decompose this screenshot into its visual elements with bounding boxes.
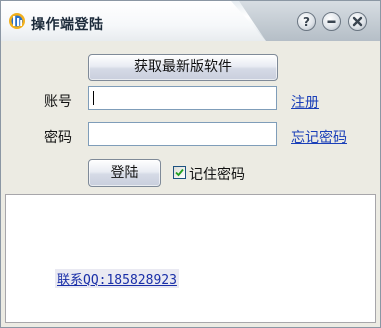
info-panel: 联系QQ:185828923 [5, 194, 376, 323]
help-button[interactable]: ? [297, 12, 316, 31]
window-title: 操作端登陆 [31, 17, 104, 33]
login-window: 操作端登陆 ? 获取最新版软件 账号 注册 密码 忘记密码 登陆 记住密码 联系… [0, 0, 381, 328]
app-logo-icon [9, 13, 25, 29]
minimize-button[interactable] [322, 12, 341, 31]
forgot-password-link[interactable]: 忘记密码 [291, 127, 347, 147]
title-bar[interactable]: 操作端登陆 ? [1, 1, 380, 41]
checkmark-icon [175, 168, 184, 177]
account-label: 账号 [44, 94, 72, 110]
password-input[interactable] [88, 122, 277, 146]
get-latest-version-button[interactable]: 获取最新版软件 [88, 54, 278, 81]
login-form: 获取最新版软件 账号 注册 密码 忘记密码 登陆 记住密码 联系QQ:18582… [1, 41, 380, 327]
account-input[interactable] [88, 86, 277, 110]
help-icon: ? [303, 15, 310, 29]
remember-password-checkbox[interactable] [173, 166, 186, 179]
contact-qq-link[interactable]: 联系QQ:185828923 [55, 269, 179, 288]
minimize-icon [327, 20, 336, 23]
remember-password-label[interactable]: 记住密码 [189, 164, 245, 184]
close-button[interactable] [348, 12, 367, 31]
text-caret [93, 91, 94, 105]
login-button[interactable]: 登陆 [88, 159, 161, 187]
register-link[interactable]: 注册 [291, 92, 319, 112]
svg-text:?: ? [303, 15, 310, 29]
password-label: 密码 [44, 130, 72, 146]
close-icon [352, 16, 363, 27]
